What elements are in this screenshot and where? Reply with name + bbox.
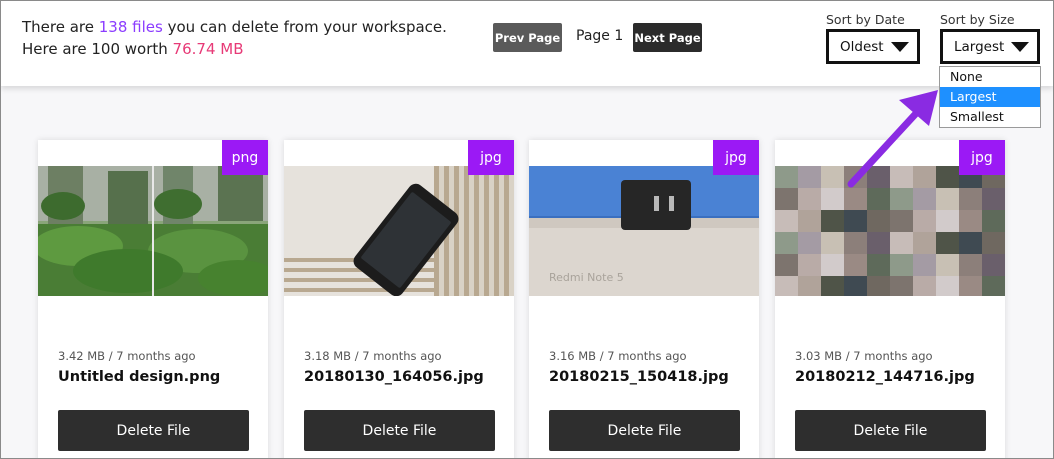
- chevron-down-icon: [1011, 42, 1029, 52]
- file-thumbnail: [284, 166, 514, 296]
- file-type-badge: jpg: [468, 140, 514, 175]
- option-smallest[interactable]: Smallest: [940, 107, 1040, 127]
- file-type-badge: png: [222, 140, 268, 175]
- delete-file-button[interactable]: Delete File: [304, 410, 495, 451]
- file-name: Untitled design.png: [58, 369, 221, 385]
- next-page-button[interactable]: Next Page: [633, 23, 702, 52]
- sort-by-size-dropdown: None Largest Smallest: [939, 66, 1041, 128]
- file-meta: 3.03 MB / 7 months ago: [795, 349, 933, 363]
- delete-file-button[interactable]: Delete File: [795, 410, 986, 451]
- sort-by-size-select[interactable]: Largest: [940, 29, 1040, 64]
- file-type-badge: jpg: [959, 140, 1005, 175]
- file-card: jpg 3.18 MB / 7 months ago 20180130_1640…: [284, 140, 514, 458]
- sort-by-size-value: Largest: [954, 38, 1005, 55]
- prev-page-button[interactable]: Prev Page: [493, 23, 562, 52]
- file-meta: 3.42 MB / 7 months ago: [58, 349, 196, 363]
- file-meta: 3.18 MB / 7 months ago: [304, 349, 442, 363]
- chevron-down-icon: [891, 42, 909, 52]
- file-card: jpg Redmi Note 5 3.16 MB / 7 months ago …: [529, 140, 759, 458]
- garden-photo: [38, 166, 268, 296]
- file-type-badge: jpg: [713, 140, 759, 175]
- summary-line-2: Here are 100 worth 76.74 MB: [22, 40, 244, 58]
- file-name: 20180130_164056.jpg: [304, 369, 484, 385]
- phone-on-table-photo: [284, 166, 514, 296]
- file-meta: 3.16 MB / 7 months ago: [549, 349, 687, 363]
- sort-by-date-value: Oldest: [840, 38, 884, 55]
- file-thumbnail: Redmi Note 5: [529, 166, 759, 296]
- charger-box-photo: Redmi Note 5: [529, 166, 759, 296]
- total-size: 76.74 MB: [172, 40, 244, 58]
- app-frame: There are 138 files you can delete from …: [0, 0, 1054, 459]
- file-thumbnail: [38, 166, 268, 296]
- top-bar: There are 138 files you can delete from …: [1, 1, 1053, 86]
- delete-file-button[interactable]: Delete File: [58, 410, 249, 451]
- summary-text: There are 138 files you can delete from …: [22, 16, 447, 60]
- box-label-text: Redmi Note 5: [549, 271, 624, 284]
- file-count: 138 files: [98, 18, 163, 36]
- file-card: png 3.42 MB / 7 months ago Untitled desi…: [38, 140, 268, 458]
- summary-line-1: There are 138 files you can delete from …: [22, 18, 447, 36]
- pointer-arrow-icon: [847, 90, 938, 188]
- delete-file-button[interactable]: Delete File: [549, 410, 740, 451]
- file-name: 20180212_144716.jpg: [795, 369, 975, 385]
- sort-by-date-select[interactable]: Oldest: [826, 29, 920, 64]
- sort-by-date-label: Sort by Date: [826, 12, 905, 27]
- option-none[interactable]: None: [940, 67, 1040, 87]
- file-name: 20180215_150418.jpg: [549, 369, 729, 385]
- page-indicator: Page 1: [576, 28, 624, 44]
- sort-by-size-label: Sort by Size: [940, 12, 1015, 27]
- option-largest[interactable]: Largest: [940, 87, 1040, 107]
